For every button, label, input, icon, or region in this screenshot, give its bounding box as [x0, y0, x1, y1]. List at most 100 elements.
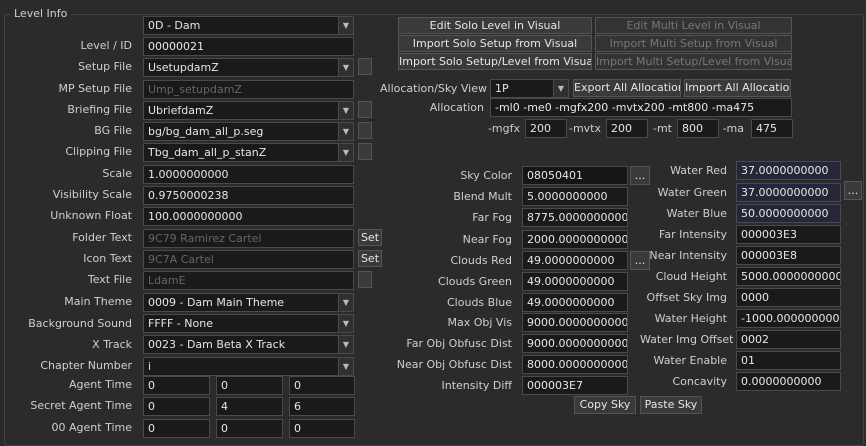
- oo-agent-time-field[interactable]: 0: [143, 419, 210, 438]
- clouds-green-field[interactable]: 49.0000000000: [522, 272, 628, 291]
- alloc-sky-view-label: Allocation/Sky View: [380, 82, 488, 95]
- oo-agent-time-label: 00 Agent Time: [51, 421, 132, 434]
- clouds-red-field[interactable]: 49.0000000000: [522, 251, 628, 270]
- text-file-field[interactable]: LdamE: [143, 271, 354, 290]
- export-all-allocations-button[interactable]: Export All Allocations: [573, 79, 681, 97]
- scale-field[interactable]: 1.0000000000: [143, 165, 354, 184]
- oo-agent-time-field[interactable]: 0: [216, 419, 283, 438]
- secret-agent-time-field[interactable]: 6: [289, 397, 355, 416]
- visibility-scale-field[interactable]: 0.9750000238: [143, 186, 354, 205]
- import-multi-setup-level-button[interactable]: Import Multi Setup/Level from Visual: [595, 53, 792, 70]
- icon-text-field[interactable]: 9C7A Cartel: [143, 250, 354, 269]
- clouds-red-label: Clouds Red: [450, 254, 512, 267]
- chevron-down-icon: ▼: [338, 294, 353, 311]
- import-solo-setup-button[interactable]: Import Solo Setup from Visual: [398, 35, 592, 52]
- max-obj-vis-field[interactable]: 9000.0000000000: [522, 313, 628, 332]
- clouds-green-label: Clouds Green: [438, 275, 512, 288]
- chevron-down-icon: ▼: [553, 80, 568, 97]
- intensity-diff-field[interactable]: 000003E7: [522, 376, 628, 395]
- agent-time-field[interactable]: 0: [216, 376, 283, 395]
- near-intensity-label: Near Intensity: [649, 249, 727, 262]
- far-obj-obfusc-field[interactable]: 9000.0000000000: [522, 334, 628, 353]
- allocation-field[interactable]: -ml0 -me0 -mgfx200 -mvtx200 -mt800 -ma47…: [490, 98, 792, 117]
- folder-text-label: Folder Text: [72, 231, 132, 244]
- setup-file-select[interactable]: UsetupdamZ ▼: [143, 58, 354, 77]
- mp-setup-file-label: MP Setup File: [58, 82, 132, 95]
- far-fog-field[interactable]: 8775.0000000000: [522, 208, 628, 227]
- water-color-picker-button[interactable]: ...: [844, 181, 862, 200]
- ma-field[interactable]: 475: [751, 119, 793, 138]
- background-sound-select[interactable]: FFFF - None ▼: [143, 314, 354, 333]
- main-theme-select[interactable]: 0009 - Dam Main Theme ▼: [143, 293, 354, 312]
- chevron-down-icon: ▼: [338, 102, 353, 119]
- bg-file-browse-button[interactable]: [358, 122, 372, 139]
- chevron-down-icon: ▼: [338, 59, 353, 76]
- water-red-field[interactable]: 37.0000000000: [736, 161, 841, 180]
- import-solo-setup-level-button[interactable]: Import Solo Setup/Level from Visual: [398, 53, 592, 70]
- far-obj-obfusc-label: Far Obj Obfusc Dist: [406, 337, 512, 350]
- water-height-field[interactable]: -1000.0000000000: [736, 309, 841, 328]
- clouds-blue-field[interactable]: 49.0000000000: [522, 293, 628, 312]
- folder-text-field[interactable]: 9C79 Ramirez Cartel: [143, 229, 354, 248]
- water-enable-field[interactable]: 01: [736, 351, 841, 370]
- edit-multi-level-button[interactable]: Edit Multi Level in Visual: [595, 17, 792, 34]
- level-select[interactable]: 0D - Dam ▼: [143, 16, 354, 35]
- mp-setup-file-field[interactable]: Ump_setupdamZ: [143, 80, 354, 99]
- agent-time-field[interactable]: 0: [289, 376, 355, 395]
- offset-sky-img-field[interactable]: 0000: [736, 288, 841, 307]
- icon-text-set-button[interactable]: Set: [358, 250, 382, 267]
- far-intensity-label: Far Intensity: [659, 228, 727, 241]
- chevron-down-icon: ▼: [338, 336, 353, 353]
- oo-agent-time-field[interactable]: 0: [289, 419, 355, 438]
- water-green-field[interactable]: 37.0000000000: [736, 183, 841, 202]
- water-blue-field[interactable]: 50.0000000000: [736, 204, 841, 223]
- blend-mult-field[interactable]: 5.0000000000: [522, 187, 628, 206]
- ma-label: -ma: [722, 122, 744, 135]
- secret-agent-time-field[interactable]: 4: [216, 397, 283, 416]
- copy-sky-button[interactable]: Copy Sky: [574, 396, 636, 414]
- secret-agent-time-field[interactable]: 0: [143, 397, 210, 416]
- setup-file-label: Setup File: [78, 60, 132, 73]
- briefing-file-browse-button[interactable]: [358, 101, 372, 118]
- cloud-height-field[interactable]: 5000.0000000000: [736, 267, 841, 286]
- paste-sky-button[interactable]: Paste Sky: [640, 396, 702, 414]
- water-blue-label: Water Blue: [666, 207, 727, 220]
- concavity-field[interactable]: 0.0000000000: [736, 372, 841, 391]
- text-file-browse-button[interactable]: [358, 271, 372, 288]
- briefing-file-label: Briefing File: [67, 103, 132, 116]
- chevron-down-icon: ▼: [338, 144, 353, 161]
- bg-file-select[interactable]: bg/bg_dam_all_p.seg ▼: [143, 122, 354, 141]
- edit-solo-level-button[interactable]: Edit Solo Level in Visual: [398, 17, 592, 34]
- level-id-field[interactable]: 00000021: [143, 37, 354, 56]
- agent-time-field[interactable]: 0: [143, 376, 210, 395]
- x-track-select[interactable]: 0023 - Dam Beta X Track ▼: [143, 335, 354, 354]
- water-height-label: Water Height: [654, 312, 727, 325]
- allocation-label: Allocation: [429, 101, 484, 114]
- water-img-offset-field[interactable]: 0002: [736, 330, 841, 349]
- folder-text-set-button[interactable]: Set: [358, 229, 382, 246]
- clipping-file-browse-button[interactable]: [358, 143, 372, 160]
- unknown-float-field[interactable]: 100.0000000000: [143, 207, 354, 226]
- far-intensity-field[interactable]: 000003E3: [736, 225, 841, 244]
- near-obj-obfusc-field[interactable]: 8000.0000000000: [522, 355, 628, 374]
- chapter-number-select[interactable]: i ▼: [143, 357, 354, 376]
- import-multi-setup-button[interactable]: Import Multi Setup from Visual: [595, 35, 792, 52]
- bg-file-label: BG File: [94, 124, 132, 137]
- near-fog-field[interactable]: 2000.0000000000: [522, 230, 628, 249]
- mvtx-label: -mvtx: [568, 122, 601, 135]
- background-sound-label: Background Sound: [28, 317, 132, 330]
- setup-file-browse-button[interactable]: [358, 58, 372, 75]
- water-red-label: Water Red: [670, 164, 727, 177]
- clipping-file-select[interactable]: Tbg_dam_all_p_stanZ ▼: [143, 143, 354, 162]
- chevron-down-icon: ▼: [338, 17, 353, 34]
- clouds-blue-label: Clouds Blue: [447, 296, 512, 309]
- briefing-file-select[interactable]: UbriefdamZ ▼: [143, 101, 354, 120]
- cloud-height-label: Cloud Height: [655, 270, 727, 283]
- import-all-allocations-button[interactable]: Import All Allocations: [684, 79, 791, 97]
- alloc-view-select[interactable]: 1P ▼: [490, 79, 569, 98]
- sky-color-field[interactable]: 08050401: [522, 166, 628, 185]
- chevron-down-icon: ▼: [338, 123, 353, 140]
- near-intensity-field[interactable]: 000003E8: [736, 246, 841, 265]
- max-obj-vis-label: Max Obj Vis: [447, 316, 512, 329]
- icon-text-label: Icon Text: [83, 252, 132, 265]
